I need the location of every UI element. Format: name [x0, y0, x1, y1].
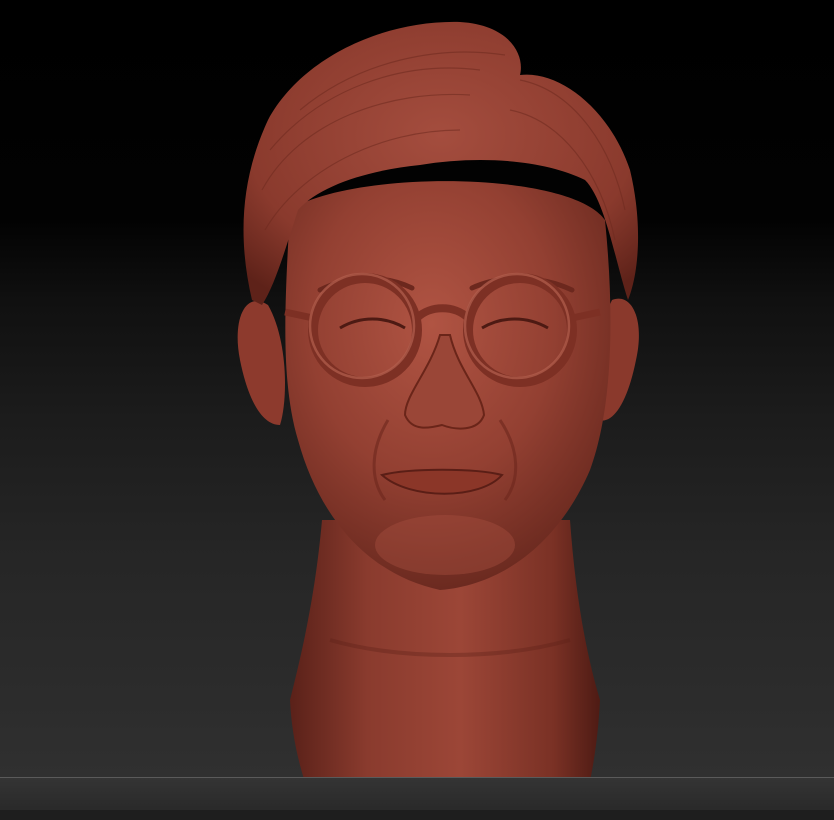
sculpt-bust-icon[interactable] [0, 0, 834, 820]
bottom-edge [0, 810, 834, 820]
left-ear [237, 301, 285, 425]
sculpt-viewport[interactable] [0, 0, 834, 820]
